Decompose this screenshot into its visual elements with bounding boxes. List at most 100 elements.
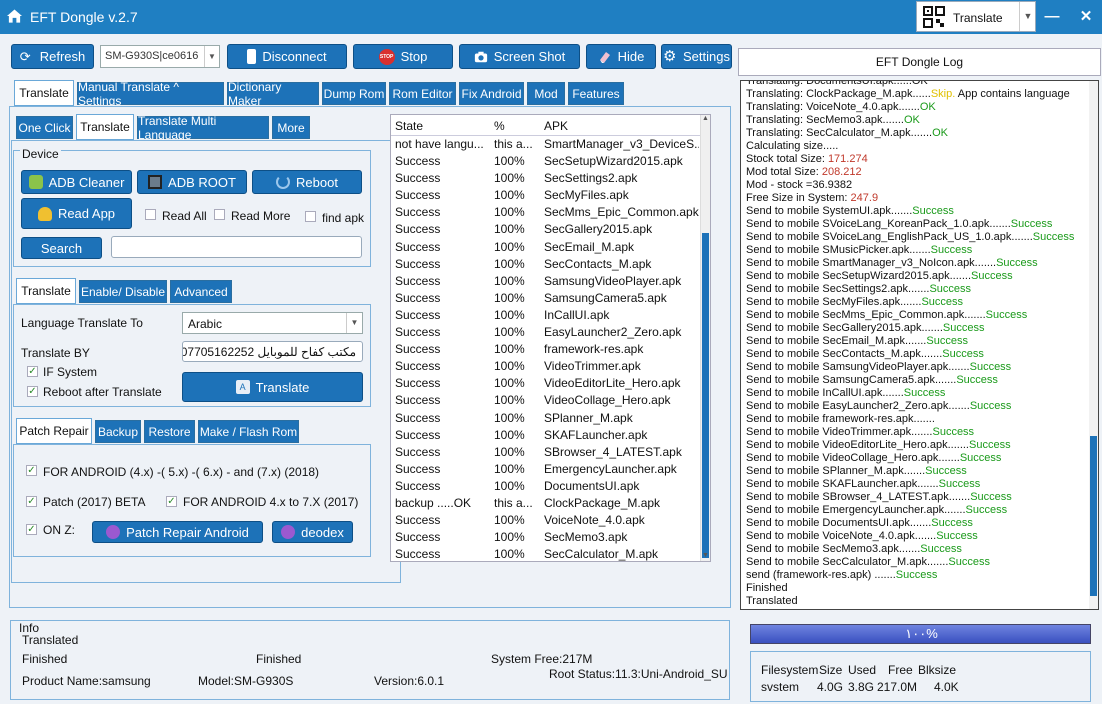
read-more-checkbox[interactable] bbox=[214, 209, 225, 220]
chevron-down-icon[interactable]: ▼ bbox=[204, 46, 219, 67]
chevron-down-icon[interactable]: ▼ bbox=[1019, 2, 1036, 31]
stop-button[interactable]: STOP Stop bbox=[353, 44, 453, 69]
log-text: Send to mobile SBrowser_4_LATEST.apk....… bbox=[746, 491, 971, 503]
scroll-up-icon[interactable]: ▲ bbox=[701, 115, 710, 124]
tab-sub-translate[interactable]: Translate bbox=[76, 114, 134, 140]
table-row[interactable]: Success 100% VoiceNote_4.0.apk bbox=[391, 512, 710, 529]
table-row[interactable]: Success 100% EmergencyLauncher.apk bbox=[391, 461, 710, 478]
tab-features[interactable]: Features bbox=[568, 82, 624, 105]
percent-cell: 100% bbox=[494, 239, 525, 254]
log-status: Success bbox=[970, 491, 1012, 503]
log-text: Translating: SecMemo3.apk....... bbox=[746, 114, 904, 126]
screenshot-button[interactable]: Screen Shot bbox=[459, 44, 580, 69]
apk-cell: EmergencyLauncher.apk bbox=[544, 461, 677, 476]
table-row[interactable]: Success 100% SecMyFiles.apk bbox=[391, 187, 710, 204]
tab-make-flash-rom[interactable]: Make / Flash Rom bbox=[198, 420, 299, 443]
table-scrollbar[interactable]: ▲ ▼ bbox=[700, 115, 710, 561]
deodex-button[interactable]: deodex bbox=[272, 521, 353, 543]
state-cell: Success bbox=[395, 290, 441, 305]
log-scroll-thumb[interactable] bbox=[1090, 436, 1097, 596]
table-row[interactable]: Success 100% VideoEditorLite_Hero.apk bbox=[391, 375, 710, 392]
opt3-checkbox[interactable]: ✓ bbox=[166, 496, 177, 507]
table-row[interactable]: Success 100% SecSetupWizard2015.apk bbox=[391, 153, 710, 170]
tab-manual-translate[interactable]: Manual Translate ^ Settings bbox=[77, 80, 224, 108]
table-row[interactable]: Success 100% SecSettings2.apk bbox=[391, 170, 710, 187]
read-all-checkbox[interactable] bbox=[145, 209, 156, 220]
table-row[interactable]: Success 100% SecContacts_M.apk bbox=[391, 256, 710, 273]
tab-mod[interactable]: Mod bbox=[527, 82, 565, 105]
state-cell: Success bbox=[395, 547, 441, 562]
translate-dropdown[interactable]: Translate ▼ bbox=[916, 1, 1036, 32]
log-scrollbar[interactable] bbox=[1089, 81, 1098, 609]
language-select[interactable]: Arabic ▼ bbox=[182, 312, 363, 334]
search-input[interactable] bbox=[111, 236, 362, 258]
table-row[interactable]: Success 100% SecMemo3.apk bbox=[391, 529, 710, 546]
if-system-checkbox[interactable]: ✓ bbox=[27, 366, 38, 377]
scroll-down-icon[interactable]: ▼ bbox=[701, 552, 710, 561]
device-select-value: SM-G930S|ce0616 bbox=[105, 50, 199, 62]
translate-button[interactable]: A Translate bbox=[182, 372, 363, 402]
table-row[interactable]: Success 100% SamsungCamera5.apk bbox=[391, 290, 710, 307]
tab-more[interactable]: More bbox=[272, 116, 310, 139]
tab-rom-editor[interactable]: Rom Editor bbox=[389, 82, 456, 105]
percent-cell: 100% bbox=[494, 154, 525, 169]
table-row[interactable]: Success 100% SecCalculator_M.apk bbox=[391, 546, 710, 563]
disconnect-button[interactable]: Disconnect bbox=[227, 44, 347, 69]
log-panel: Translating: DocumentsUI.apk......OK Tran… bbox=[740, 80, 1099, 610]
table-row[interactable]: Success 100% SecGallery2015.apk bbox=[391, 221, 710, 238]
chevron-down-icon[interactable]: ▼ bbox=[346, 313, 362, 333]
table-row[interactable]: Success 100% SecMms_Epic_Common.apk bbox=[391, 204, 710, 221]
close-button[interactable]: ✕ bbox=[1075, 6, 1097, 28]
tab-translate-multi[interactable]: Translate Multi Language bbox=[137, 114, 269, 142]
opt4-checkbox[interactable]: ✓ bbox=[26, 524, 37, 535]
table-row[interactable]: Success 100% framework-res.apk bbox=[391, 341, 710, 358]
scroll-thumb[interactable] bbox=[702, 233, 709, 558]
table-row[interactable]: Success 100% SPlanner_M.apk bbox=[391, 410, 710, 427]
table-row[interactable]: Success 100% DocumentsUI.apk bbox=[391, 478, 710, 495]
tab-translate-inner[interactable]: Translate bbox=[16, 278, 76, 304]
opt4-label: ON Z: bbox=[43, 523, 75, 537]
translate-by-input[interactable]: مكتب كفاح للموبايل 07705162252 bbox=[182, 341, 363, 362]
tab-restore[interactable]: Restore bbox=[144, 420, 195, 443]
tab-patch-repair[interactable]: Patch Repair bbox=[16, 418, 92, 444]
find-apk-checkbox[interactable] bbox=[305, 211, 316, 222]
table-row[interactable]: Success 100% SBrowser_4_LATEST.apk bbox=[391, 444, 710, 461]
reboot-after-checkbox[interactable]: ✓ bbox=[27, 386, 38, 397]
refresh-button[interactable]: ⟳ Refresh bbox=[11, 44, 94, 69]
patch-repair-button[interactable]: Patch Repair Android bbox=[92, 521, 263, 543]
reboot-button[interactable]: Reboot bbox=[252, 170, 362, 194]
settings-button[interactable]: ⚙ Settings bbox=[661, 44, 732, 69]
read-app-button[interactable]: Read App bbox=[21, 198, 132, 229]
hide-button[interactable]: Hide bbox=[586, 44, 656, 69]
table-row[interactable]: Success 100% InCallUI.apk bbox=[391, 307, 710, 324]
table-row[interactable]: Success 100% SamsungVideoPlayer.apk bbox=[391, 273, 710, 290]
opt1-checkbox[interactable]: ✓ bbox=[26, 465, 37, 476]
tab-translate[interactable]: Translate bbox=[14, 80, 74, 106]
table-row[interactable]: Success 100% EasyLauncher2_Zero.apk bbox=[391, 324, 710, 341]
table-row[interactable]: Success 100% VideoCollage_Hero.apk bbox=[391, 392, 710, 409]
table-row[interactable]: not have langu... this a... SmartManager_v… bbox=[391, 136, 710, 153]
log-text: Send to mobile SecContacts_M.apk....... bbox=[746, 348, 943, 360]
opt2-checkbox[interactable]: ✓ bbox=[26, 496, 37, 507]
search-button[interactable]: Search bbox=[21, 237, 102, 259]
tab-one-click[interactable]: One Click bbox=[16, 116, 73, 139]
tab-dictionary-maker[interactable]: Dictionary Maker bbox=[227, 80, 319, 108]
table-row[interactable]: backup .....OK this a... ClockPackage_M.ap… bbox=[391, 495, 710, 512]
log-text: Send to mobile SecSettings2.apk....... bbox=[746, 283, 930, 295]
info-model: Model:SM-G930S bbox=[198, 674, 294, 688]
table-row[interactable]: Success 100% SecEmail_M.apk bbox=[391, 239, 710, 256]
tab-advanced[interactable]: Advanced bbox=[170, 280, 232, 303]
adb-root-button[interactable]: ADB ROOT bbox=[137, 170, 247, 194]
tab-fix-android[interactable]: Fix Android bbox=[459, 82, 524, 105]
minimize-button[interactable]: — bbox=[1041, 6, 1063, 28]
log-text: Send to mobile SecEmail_M.apk....... bbox=[746, 335, 927, 347]
table-row[interactable]: Success 100% VideoTrimmer.apk bbox=[391, 358, 710, 375]
table-row[interactable]: Success 100% SKAFLauncher.apk bbox=[391, 427, 710, 444]
adb-cleaner-button[interactable]: ADB Cleaner bbox=[21, 170, 132, 194]
tab-enable-disable[interactable]: Enable/ Disable bbox=[79, 280, 167, 303]
tab-dump-rom[interactable]: Dump Rom bbox=[322, 82, 386, 105]
log-line: Send to mobile SamsungVideoPlayer.apk...… bbox=[741, 361, 1089, 374]
device-select[interactable]: SM-G930S|ce0616 ▼ bbox=[100, 45, 220, 68]
percent-cell: 100% bbox=[494, 513, 525, 528]
tab-backup[interactable]: Backup bbox=[95, 420, 141, 443]
